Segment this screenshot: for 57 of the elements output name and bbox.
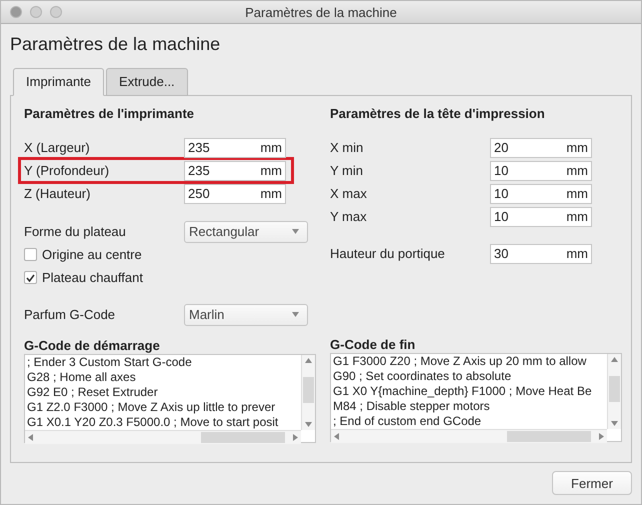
- tab[interactable]: Extrude...: [106, 68, 188, 96]
- section-title: G-Code de fin: [330, 337, 416, 352]
- checkbox-option[interactable]: Plateau chauffant: [24, 266, 143, 289]
- dialog-heading: Paramètres de la machine: [10, 34, 220, 55]
- number-field[interactable]: 235 mm: [184, 138, 286, 158]
- horizontal-scrollbar[interactable]: [25, 430, 301, 444]
- number-field[interactable]: 10 mm: [490, 206, 592, 226]
- minimize-icon[interactable]: [30, 6, 42, 18]
- code-editor[interactable]: ; Ender 3 Custom Start G-code G28 ; Home all axes G92 E0 ; Reset Extruder G1 Z2.0 F3000 ; Move Z Axis up little to prever G1 X0.1 Y20 Z0.3 F5000.0 ; Move to start posit: [24, 354, 316, 443]
- field-label: Forme du plateau: [24, 224, 126, 239]
- checkbox-option[interactable]: Origine au centre: [24, 243, 142, 266]
- code-editor[interactable]: G1 F3000 Z20 ; Move Z Axis up 20 mm to allow G90 ; Set coordinates to absolute G1 X0 Y{machine_depth} F1000 ; Move Heat Be M84 ; Disable stepper motors ; End of custom end GCode: [330, 353, 622, 442]
- right-arrow-icon: [599, 433, 604, 440]
- caret-icon: [305, 358, 312, 363]
- caret-icon: [292, 312, 299, 317]
- number-field[interactable]: 250 mm: [184, 184, 286, 204]
- checkbox-label: Plateau chauffant: [42, 270, 143, 285]
- number-field[interactable]: 10 mm: [490, 184, 592, 204]
- caret-icon: [305, 422, 312, 427]
- dropdown[interactable]: Rectangular: [184, 220, 308, 242]
- close-button[interactable]: Fermer: [552, 471, 632, 495]
- field-label: Y (Profondeur): [24, 163, 110, 178]
- checkbox-label: Origine au centre: [42, 247, 142, 262]
- vertical-scrollbar[interactable]: [301, 355, 315, 430]
- caret-icon: [292, 229, 299, 234]
- field-label: Z (Hauteur): [24, 186, 90, 201]
- dropdown[interactable]: Marlin: [184, 304, 308, 326]
- code-text: ; Ender 3 Custom Start G-code G28 ; Home all axes G92 E0 ; Reset Extruder G1 Z2.0 F3000 ; Move Z Axis up little to prever G1 X0.1 Y20 Z0.3 F5000.0 ; Move to start posit: [26, 355, 280, 430]
- caret-icon: [611, 421, 618, 426]
- field-label: Y min: [330, 163, 363, 178]
- left-arrow-icon: [28, 434, 33, 441]
- checkbox[interactable]: [24, 271, 37, 284]
- right-arrow-icon: [293, 434, 298, 441]
- close-icon[interactable]: [10, 6, 22, 18]
- check-icon: [26, 274, 35, 282]
- field-label: X min: [330, 140, 364, 155]
- checkbox[interactable]: [24, 248, 37, 261]
- horizontal-scrollbar[interactable]: [331, 429, 607, 443]
- field-label: X (Largeur): [24, 140, 90, 155]
- window-title: Paramètres de la machine: [245, 4, 397, 20]
- field-label: Y max: [330, 209, 367, 224]
- number-field[interactable]: 30 mm: [490, 244, 592, 264]
- number-field[interactable]: 235 mm: [184, 160, 286, 180]
- zoom-icon[interactable]: [50, 6, 62, 18]
- section-title: Paramètres de la tête d'impression: [330, 106, 545, 121]
- field-label: Parfum G-Code: [24, 307, 116, 322]
- caret-icon: [611, 357, 618, 362]
- number-field[interactable]: 20 mm: [490, 138, 592, 158]
- section-title: G-Code de démarrage: [24, 338, 160, 353]
- section-title: Paramètres de l'imprimante: [24, 106, 194, 121]
- number-field[interactable]: 10 mm: [490, 160, 592, 180]
- vertical-scrollbar[interactable]: [607, 354, 621, 429]
- field-label: X max: [330, 186, 367, 201]
- tab[interactable]: Imprimante: [13, 68, 104, 96]
- code-text: G1 F3000 Z20 ; Move Z Axis up 20 mm to allow G90 ; Set coordinates to absolute G1 X0 Y{machine_depth} F1000 ; Move Heat Be M84 ; Disable stepper motors ; End of custom end GCode: [332, 354, 593, 429]
- left-arrow-icon: [334, 433, 339, 440]
- field-label: Hauteur du portique: [330, 246, 445, 261]
